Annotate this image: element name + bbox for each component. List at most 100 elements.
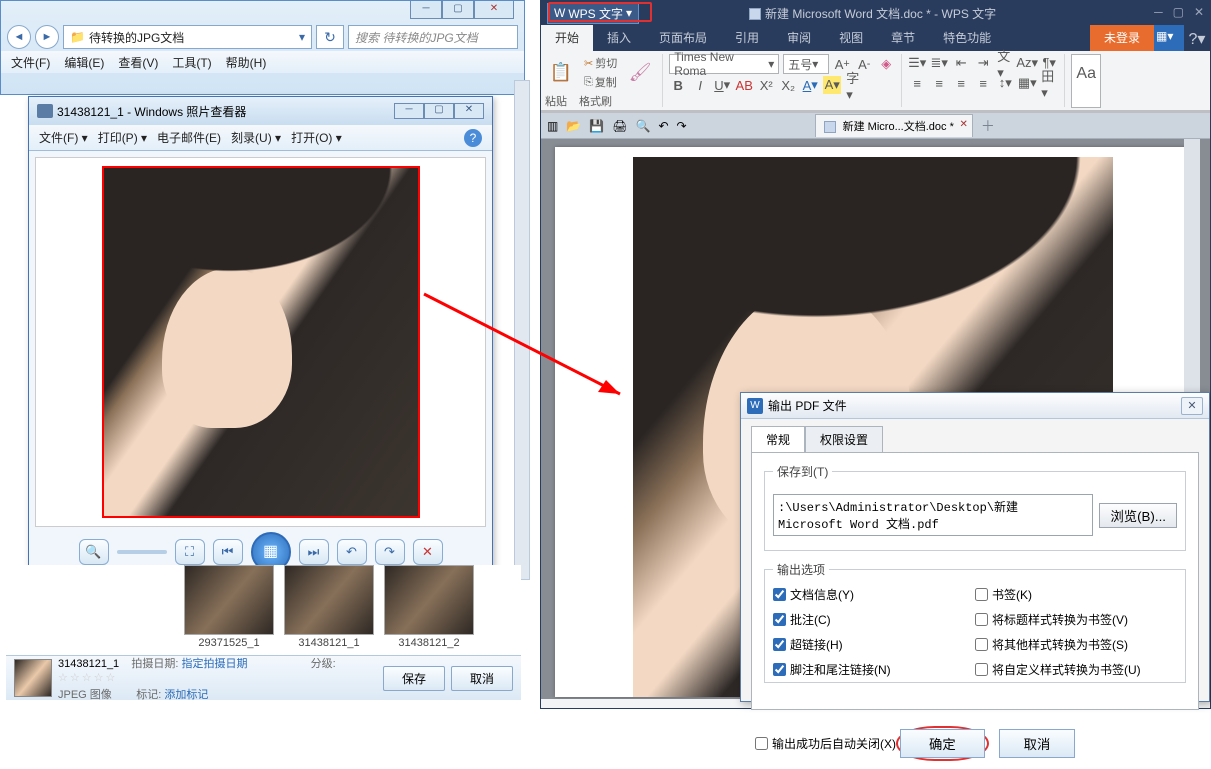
help-icon[interactable]: ?	[464, 129, 482, 147]
italic-icon[interactable]: I	[691, 76, 709, 94]
align-right-icon[interactable]: ≡	[952, 74, 970, 92]
copy-button[interactable]: ⎘复制	[581, 73, 620, 91]
pv-close-button[interactable]: ✕	[454, 103, 484, 119]
save-path-input[interactable]: :\Users\Administrator\Desktop\新建 Microso…	[773, 494, 1093, 536]
thumbnail[interactable]: 31438121_1	[284, 565, 374, 649]
tab-reference[interactable]: 引用	[721, 25, 773, 51]
chk-other-bm[interactable]: 将其他样式转换为书签(S)	[975, 636, 1177, 653]
save-icon[interactable]: 💾	[589, 119, 604, 133]
new-icon[interactable]: ▥	[547, 119, 558, 133]
asianlayout-icon[interactable]: 文▾	[996, 54, 1014, 72]
pv-menu-burn[interactable]: 刻录(U) ▾	[231, 129, 281, 146]
indent-left-icon[interactable]: ⇤	[952, 54, 970, 72]
tab-permissions[interactable]: 权限设置	[805, 426, 883, 453]
minimize-button[interactable]: ─	[410, 1, 442, 19]
login-button[interactable]: 未登录	[1090, 25, 1154, 51]
indent-right-icon[interactable]: ⇥	[974, 54, 992, 72]
next-button[interactable]: ⏭	[299, 539, 329, 565]
redo-icon[interactable]: ↷	[677, 119, 687, 133]
wps-minimize-button[interactable]: ─	[1154, 5, 1163, 19]
save-button[interactable]: 保存	[383, 666, 445, 691]
linespacing-icon[interactable]: ↕▾	[996, 74, 1014, 92]
wps-app-badge[interactable]: W WPS 文字 ▾	[547, 3, 639, 24]
formatpainter-icon[interactable]: 🖌	[624, 57, 656, 89]
chk-docinfo[interactable]: 文档信息(Y)	[773, 586, 975, 603]
pv-menu-open[interactable]: 打开(O) ▾	[291, 129, 342, 146]
thumbnail[interactable]: 31438121_2	[384, 565, 474, 649]
align-justify-icon[interactable]: ≡	[974, 74, 992, 92]
pdf-close-button[interactable]: ✕	[1181, 397, 1203, 415]
menu-view[interactable]: 查看(V)	[118, 54, 158, 71]
menu-tools[interactable]: 工具(T)	[172, 54, 211, 71]
nav-back-icon[interactable]: ◄	[7, 25, 31, 49]
chk-comments[interactable]: 批注(C)	[773, 611, 975, 628]
address-bar[interactable]: 📁 待转换的JPG文档 ▾	[63, 25, 312, 49]
chk-heading-bm[interactable]: 将标题样式转换为书签(V)	[975, 611, 1177, 628]
tags-value[interactable]: 添加标记	[164, 689, 208, 701]
maximize-button[interactable]: ▢	[442, 1, 474, 19]
wps-help-icon[interactable]: ?▾	[1184, 25, 1210, 51]
fit-icon[interactable]: ⛶	[175, 539, 205, 565]
pv-menu-email[interactable]: 电子邮件(E)	[157, 129, 221, 146]
chk-close-after[interactable]: 输出成功后自动关闭(X)	[755, 735, 896, 752]
shading-icon[interactable]: ▦▾	[1018, 74, 1036, 92]
chk-hyperlinks[interactable]: 超链接(H)	[773, 636, 975, 653]
tab-special[interactable]: 特色功能	[929, 25, 1005, 51]
zoom-slider[interactable]	[117, 550, 167, 554]
sort-icon[interactable]: Az▾	[1018, 54, 1036, 72]
highlight-icon[interactable]: A▾	[823, 76, 841, 94]
undo-icon[interactable]: ↶	[658, 119, 668, 133]
theme-button[interactable]: ▦▾	[1154, 25, 1184, 51]
wps-maximize-button[interactable]: ▢	[1173, 5, 1184, 19]
tab-insert[interactable]: 插入	[593, 25, 645, 51]
subscript-icon[interactable]: X₂	[779, 76, 797, 94]
tab-layout[interactable]: 页面布局	[645, 25, 721, 51]
print-icon[interactable]: 🖨	[612, 119, 627, 133]
underline-icon[interactable]: U▾	[713, 76, 731, 94]
shotdate-value[interactable]: 指定拍摄日期	[182, 658, 248, 670]
font-select[interactable]: Times New Roma ▾	[669, 54, 779, 74]
superscript-icon[interactable]: X²	[757, 76, 775, 94]
refresh-button[interactable]: ↻	[316, 25, 344, 49]
new-tab-button[interactable]: ＋	[981, 116, 995, 136]
thumbnail[interactable]: 29371525_1	[184, 565, 274, 649]
tab-view[interactable]: 视图	[825, 25, 877, 51]
tab-chapter[interactable]: 章节	[877, 25, 929, 51]
menu-file[interactable]: 文件(F)	[11, 54, 50, 71]
chk-footnotes[interactable]: 脚注和尾注链接(N)	[773, 661, 975, 678]
clear-format-icon[interactable]: ◈	[877, 55, 895, 73]
cancel-button[interactable]: 取消	[451, 666, 513, 691]
open-icon[interactable]: 📂	[566, 119, 581, 133]
pv-minimize-button[interactable]: ─	[394, 103, 424, 119]
numbering-icon[interactable]: ≣▾	[930, 54, 948, 72]
menu-edit[interactable]: 编辑(E)	[64, 54, 104, 71]
close-button[interactable]: ✕	[474, 1, 514, 19]
bullets-icon[interactable]: ☰▾	[908, 54, 926, 72]
ok-button[interactable]: 确定	[900, 729, 985, 758]
nav-forward-icon[interactable]: ►	[35, 25, 59, 49]
bold-icon[interactable]: B	[669, 76, 687, 94]
prev-button[interactable]: ⏮	[213, 539, 243, 565]
explorer-scrollbar[interactable]	[514, 80, 530, 580]
align-center-icon[interactable]: ≡	[930, 74, 948, 92]
strikethrough-icon[interactable]: AB	[735, 76, 753, 94]
paste-icon[interactable]: 📋	[545, 57, 577, 89]
tab-general[interactable]: 常规	[751, 426, 805, 453]
tab-review[interactable]: 审阅	[773, 25, 825, 51]
fontsize-select[interactable]: 五号 ▾	[783, 54, 829, 74]
tab-start[interactable]: 开始	[541, 25, 593, 51]
charfmt-icon[interactable]: 字▾	[845, 76, 863, 94]
pv-menu-print[interactable]: 打印(P) ▾	[98, 129, 147, 146]
preview-icon[interactable]: 🔍	[635, 119, 650, 133]
pv-menu-file[interactable]: 文件(F) ▾	[39, 129, 88, 146]
cut-button[interactable]: ✂剪切	[581, 54, 620, 72]
rotate-left-icon[interactable]: ↶	[337, 539, 367, 565]
chk-custom-bm[interactable]: 将自定义样式转换为书签(U)	[975, 661, 1177, 678]
pv-maximize-button[interactable]: ▢	[424, 103, 454, 119]
close-tab-icon[interactable]: ✕	[959, 119, 967, 130]
search-input[interactable]: 搜索 待转换的JPG文档	[348, 25, 518, 49]
browse-button[interactable]: 浏览(B)...	[1099, 503, 1177, 528]
rating-stars[interactable]: ☆☆☆☆☆	[58, 672, 117, 684]
wps-close-button[interactable]: ✕	[1194, 5, 1204, 19]
styles-button[interactable]: Aa	[1071, 54, 1101, 108]
